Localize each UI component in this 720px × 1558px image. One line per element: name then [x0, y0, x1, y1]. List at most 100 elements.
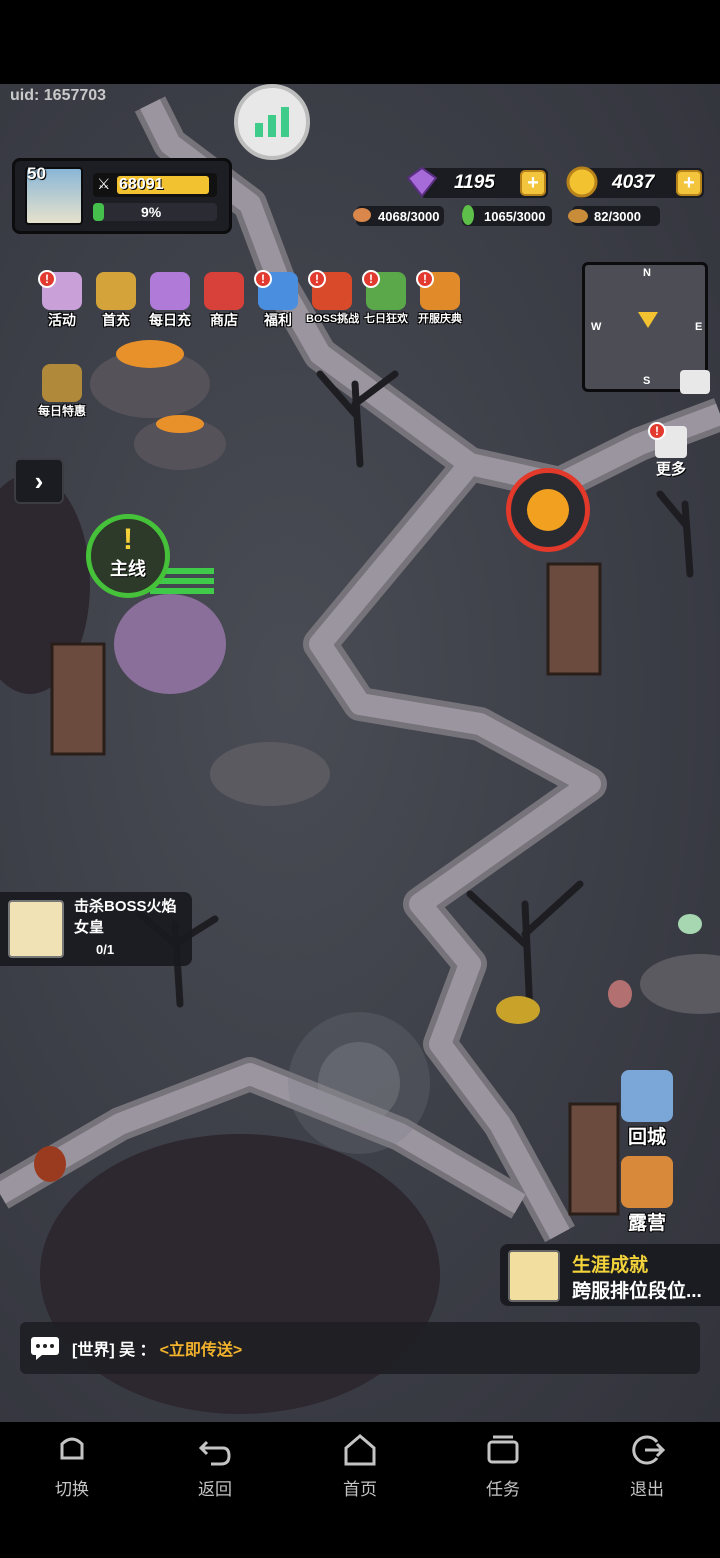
meat-value: 4068/3000: [378, 208, 440, 224]
uid-label: uid: 1657703: [10, 87, 107, 104]
nav-back[interactable]: 返回: [170, 1432, 260, 1500]
daily-deal-button[interactable]: 每日特惠: [34, 364, 90, 426]
menu-label: 每日充: [149, 312, 191, 328]
game-viewport[interactable]: uid: 1657703 50 ⚔ 68091 9% 1195 + 4037 +…: [0, 84, 720, 1422]
ore-resource: 82/3000: [568, 206, 660, 226]
world-chat-bar[interactable]: [世界] 吴 ： <立即传送>: [20, 1322, 700, 1374]
camera-icon[interactable]: [680, 370, 710, 394]
achievement-subtitle: 跨服排位段位...: [572, 1281, 702, 1302]
menu-activity[interactable]: ! 活动: [36, 270, 88, 334]
player-position-icon: [638, 312, 658, 328]
scales-icon: [42, 364, 82, 402]
virtual-joystick[interactable]: [288, 1012, 430, 1154]
expand-sidebar-button[interactable]: ›: [14, 458, 64, 504]
alert-badge: !: [38, 270, 56, 288]
gem-value: 1195: [454, 172, 495, 193]
power-bar: ⚔ 68091: [93, 173, 217, 197]
achievement-badge-icon: [508, 1250, 560, 1302]
menu-seven-day-carnival[interactable]: ! 七日狂欢: [360, 270, 412, 334]
teleport-link[interactable]: <立即传送>: [160, 1336, 243, 1360]
chat-channel-text: [世界] 吴 ：: [72, 1342, 156, 1359]
quest-exclamation-icon: !: [123, 523, 133, 556]
minimap-south: S: [643, 375, 651, 387]
menu-welfare[interactable]: ! 福利: [252, 270, 304, 334]
camp-button[interactable]: 露营: [616, 1156, 678, 1235]
daily-deal-label: 每日特惠: [37, 404, 86, 418]
nav-task[interactable]: 任务: [458, 1432, 548, 1500]
task-tracker[interactable]: 击杀BOSS火焰女皇 0/1: [0, 892, 192, 966]
chat-bubble-icon: [31, 1337, 59, 1360]
task-title: 击杀BOSS火焰女皇: [74, 898, 177, 936]
menu-label: 首充: [102, 312, 130, 328]
task-icon: [487, 1435, 519, 1464]
gem-icon: [406, 166, 438, 198]
daily-recharge-icon: [150, 272, 190, 310]
menu-label: 福利: [264, 312, 292, 328]
city-gate-icon: [621, 1070, 673, 1122]
player-level: 50: [27, 164, 46, 183]
nav-home[interactable]: 首页: [315, 1432, 405, 1500]
boss-skull-marker[interactable]: [506, 468, 590, 552]
nav-label: 任务: [486, 1480, 520, 1499]
meat-icon: [353, 208, 371, 222]
more-button[interactable]: ! 更多: [648, 422, 694, 478]
return-city-button[interactable]: 回城: [616, 1070, 678, 1149]
feature-menu: ! 活动 首充 每日充 商店 ! 福利 ! BOSS挑战 ! 七日狂欢 ! 开服…: [36, 270, 466, 334]
gold-coin-icon: [8, 900, 64, 958]
skull-icon: [527, 489, 569, 531]
menu-label: 活动: [48, 312, 76, 328]
task-progress: 0/1: [96, 942, 115, 957]
minimap-east: E: [695, 321, 703, 333]
exit-icon: [632, 1435, 666, 1465]
gold-coin-icon: [566, 166, 598, 198]
add-gold-button[interactable]: +: [676, 170, 702, 196]
menu-server-celebration[interactable]: ! 开服庆典: [414, 270, 466, 334]
nav-label: 首页: [343, 1480, 377, 1499]
main-quest-marker[interactable]: ! 主线: [86, 514, 170, 598]
achievement-title: 生涯成就: [572, 1255, 649, 1276]
nav-label: 退出: [630, 1480, 664, 1499]
meat-resource: 4068/3000: [353, 206, 444, 226]
minimap-north: N: [643, 267, 651, 279]
switch-icon: [60, 1437, 84, 1460]
nav-switch[interactable]: 切换: [27, 1432, 117, 1500]
exp-percent: 9%: [141, 204, 162, 220]
joystick-knob[interactable]: [318, 1042, 400, 1124]
system-nav-bar: 切换 返回 首页 任务 退出: [0, 1422, 720, 1558]
menu-shop[interactable]: 商店: [198, 272, 250, 334]
alert-badge: !: [254, 270, 272, 288]
return-city-label: 回城: [627, 1127, 666, 1148]
back-icon: [198, 1440, 231, 1466]
first-recharge-icon: [96, 272, 136, 310]
network-signal-button[interactable]: [234, 84, 310, 160]
player-info-card[interactable]: 50 ⚔ 68091 9%: [12, 158, 232, 234]
menu-label: BOSS挑战: [306, 313, 360, 325]
minimap-west: W: [591, 321, 602, 333]
ore-icon: [568, 209, 588, 223]
menu-daily-recharge[interactable]: 每日充: [144, 272, 196, 334]
swords-icon: ⚔: [97, 176, 111, 193]
add-gems-button[interactable]: +: [520, 170, 546, 196]
menu-first-recharge[interactable]: 首充: [90, 272, 142, 334]
herb-value: 1065/3000: [484, 208, 546, 224]
menu-label: 商店: [210, 312, 238, 328]
nav-label: 切换: [55, 1480, 89, 1499]
menu-boss-challenge[interactable]: ! BOSS挑战: [306, 270, 360, 334]
exp-fill: [93, 203, 105, 221]
camp-label: 露营: [627, 1213, 666, 1234]
herb-leaf-icon: [462, 205, 474, 225]
achievement-banner[interactable]: 生涯成就 跨服排位段位...: [500, 1244, 720, 1306]
alert-badge: !: [648, 422, 666, 440]
ore-value: 82/3000: [594, 208, 641, 224]
herb-resource: 1065/3000: [462, 205, 552, 226]
more-label: 更多: [655, 461, 686, 478]
quest-label: 主线: [110, 559, 146, 579]
menu-label: 开服庆典: [418, 313, 462, 325]
alert-badge: !: [362, 270, 380, 288]
menu-label: 七日狂欢: [364, 313, 408, 325]
nav-exit[interactable]: 退出: [602, 1432, 692, 1500]
gold-value: 4037: [612, 172, 655, 193]
home-icon: [344, 1434, 376, 1466]
power-value: 68091: [119, 176, 164, 193]
alert-badge: !: [416, 270, 434, 288]
